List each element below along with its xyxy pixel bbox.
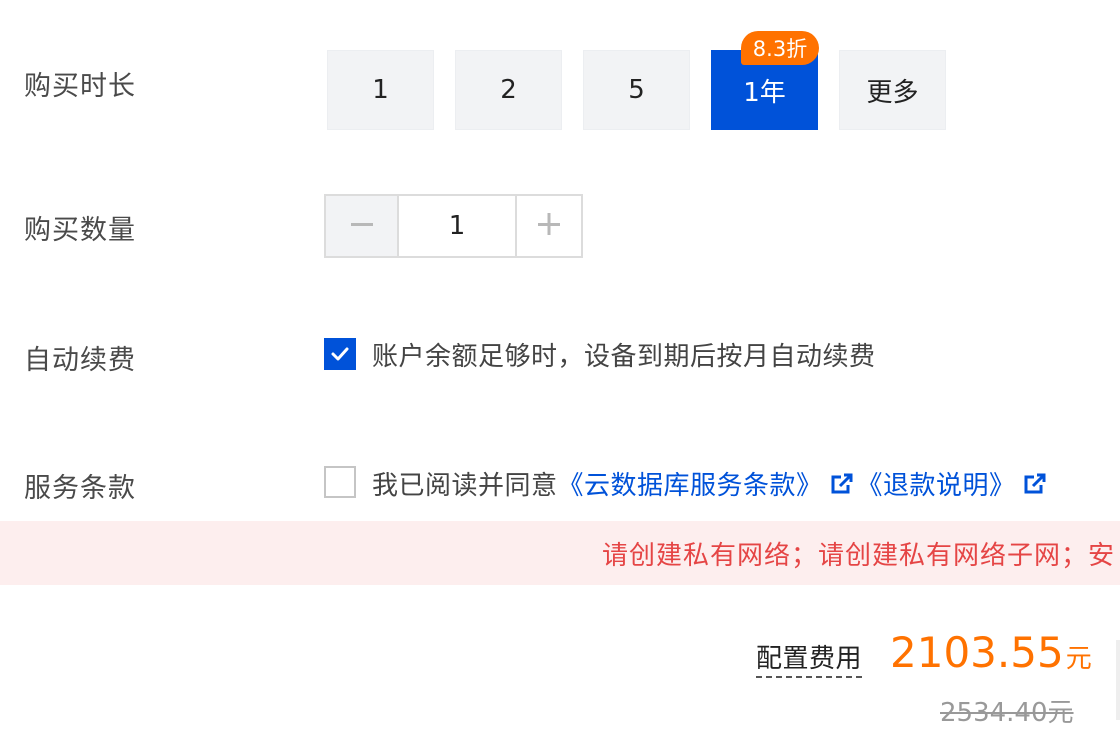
terms-checkbox[interactable]: [324, 466, 356, 498]
external-link-icon[interactable]: [1024, 472, 1046, 502]
current-price: 2103.55元: [890, 628, 1092, 677]
purchase-duration-label: 购买时长: [24, 71, 136, 102]
validation-alert-text: 请创建私有网络；请创建私有网络子网；安: [602, 541, 1116, 571]
minus-icon: [350, 213, 373, 239]
price-unit: 元: [1065, 644, 1092, 674]
terms-agreement: 我已阅读并同意《云数据库服务条款》 《退款说明》: [372, 465, 1050, 502]
divider: [1116, 640, 1120, 720]
config-cost-label[interactable]: 配置费用: [756, 638, 863, 678]
plus-icon: [538, 213, 560, 239]
auto-renew-label: 自动续费: [24, 345, 136, 376]
decrement-button[interactable]: [326, 196, 399, 256]
check-icon: [326, 340, 354, 368]
duration-option-more[interactable]: 更多: [839, 50, 946, 130]
validation-alert-bar: 请创建私有网络；请创建私有网络子网；安: [0, 521, 1120, 585]
auto-renew-description: 账户余额足够时，设备到期后按月自动续费: [372, 342, 876, 372]
external-link-icon[interactable]: [831, 472, 853, 502]
refund-policy-link[interactable]: 《退款说明》: [857, 471, 1016, 501]
quantity-input[interactable]: 1: [399, 196, 517, 256]
increment-button[interactable]: [517, 196, 581, 256]
quantity-stepper: 1: [324, 194, 583, 258]
duration-option-1[interactable]: 1: [327, 50, 434, 130]
duration-option-2[interactable]: 2: [455, 50, 562, 130]
terms-label: 服务条款: [24, 473, 136, 504]
price-value: 2103.55: [890, 628, 1064, 677]
purchase-quantity-label: 购买数量: [24, 215, 136, 246]
discount-badge: 8.3折: [741, 31, 819, 65]
terms-prefix-text: 我已阅读并同意: [372, 471, 558, 501]
db-terms-link[interactable]: 《云数据库服务条款》: [558, 471, 823, 501]
duration-option-5[interactable]: 5: [583, 50, 690, 130]
original-price: 2534.40元: [940, 698, 1074, 728]
auto-renew-checkbox[interactable]: [324, 338, 356, 370]
